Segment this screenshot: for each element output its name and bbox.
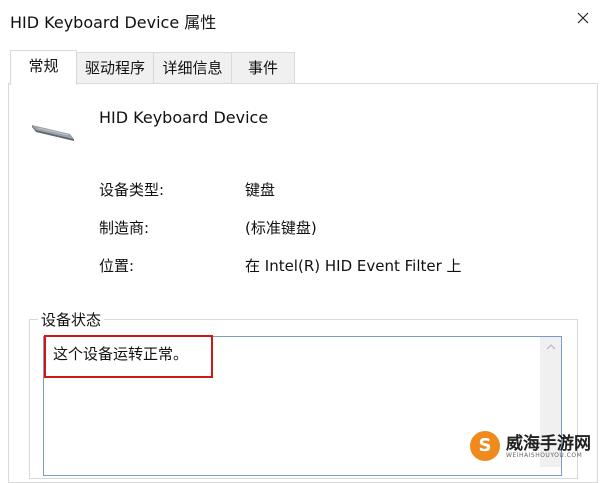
location-value: 在 Intel(R) HID Event Filter 上	[245, 257, 462, 275]
scroll-up-arrow-icon[interactable]	[546, 342, 556, 352]
device-type-value: 键盘	[245, 181, 276, 199]
highlight-box	[44, 335, 213, 378]
tab-details[interactable]: 详细信息	[153, 52, 232, 83]
watermark-logo: S	[470, 431, 500, 461]
device-name: HID Keyboard Device	[99, 108, 269, 127]
watermark-text: 威海手游网	[506, 434, 591, 454]
watermark-subtext: WEIHAISHOUYOU.COM	[506, 452, 583, 459]
device-status-title: 设备状态	[38, 309, 105, 330]
keyboard-icon	[32, 125, 74, 141]
location-label: 位置:	[99, 257, 135, 275]
device-type-label: 设备类型:	[99, 181, 165, 199]
tab-general[interactable]: 常规	[10, 50, 77, 85]
close-button[interactable]	[568, 0, 598, 36]
tab-strip: 常规 驱动程序 详细信息 事件	[0, 50, 607, 85]
watermark: S 威海手游网 WEIHAISHOUYOU.COM	[470, 427, 607, 467]
tab-driver[interactable]: 驱动程序	[76, 52, 154, 83]
tab-events[interactable]: 事件	[231, 52, 295, 83]
window-title: HID Keyboard Device 属性	[10, 13, 217, 32]
close-icon	[577, 12, 589, 24]
manufacturer-label: 制造商:	[99, 219, 150, 237]
manufacturer-value: (标准键盘)	[245, 219, 317, 237]
title-bar: HID Keyboard Device 属性	[0, 0, 607, 38]
